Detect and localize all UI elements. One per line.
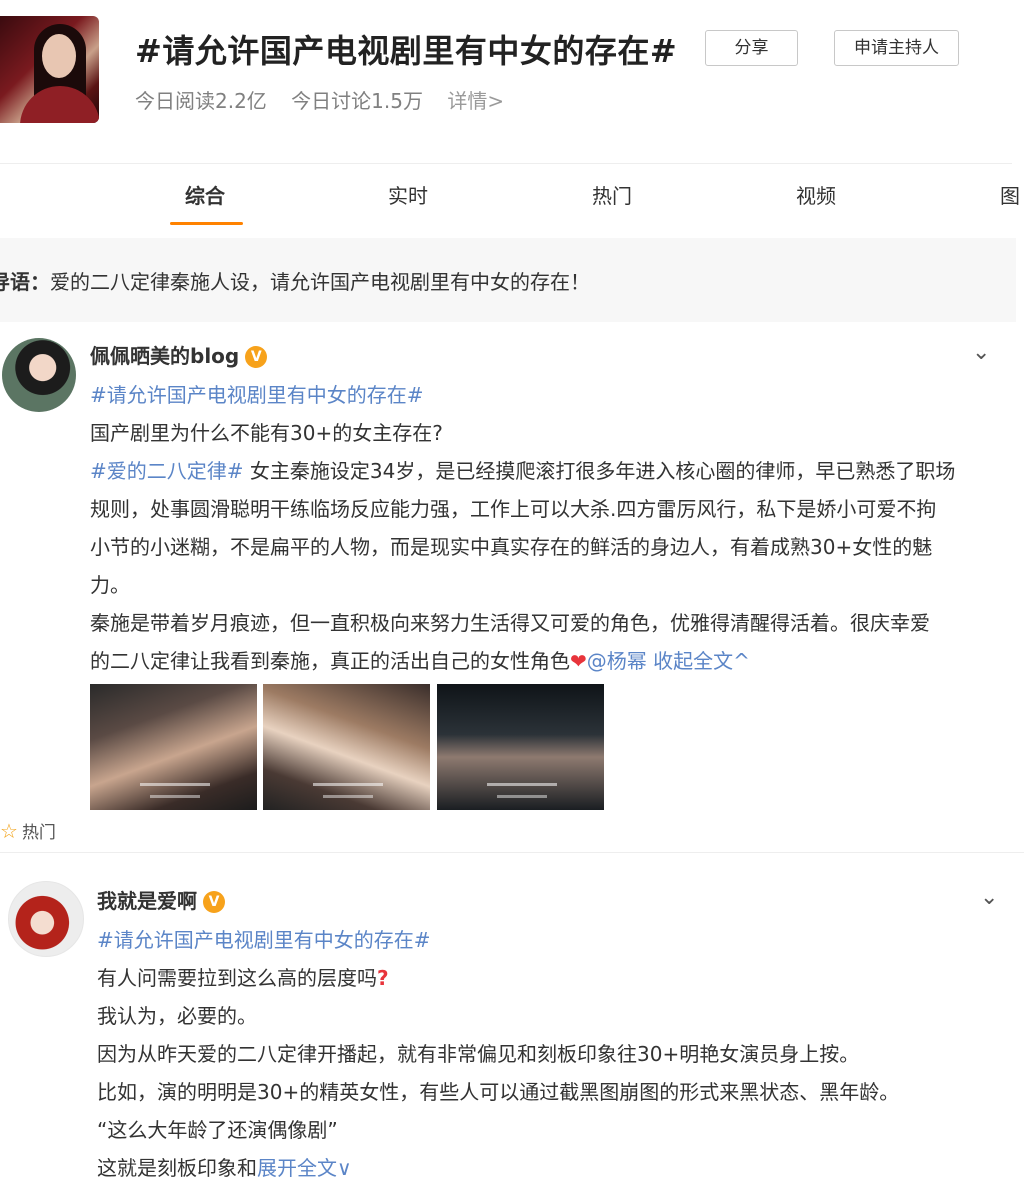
post-text-line: 小节的小迷糊，不是扁平的人物，而是现实中真实存在的鲜活的身边人，有着成熟30+女… <box>90 535 933 559</box>
avatar[interactable] <box>8 881 84 957</box>
post-username[interactable]: 我就是爱啊 V <box>97 885 225 914</box>
post-text-line: 因为从昨天爱的二八定律开播起，就有非常偏见和刻板印象往30+明艳女演员身上按。 <box>97 1042 860 1066</box>
topic-tag-link[interactable]: #请允许国产电视剧里有中女的存在# <box>97 924 431 953</box>
lead-content: 爱的二八定律秦施人设，请允许国产电视剧里有中女的存在！ <box>50 270 590 294</box>
verified-badge-icon: V <box>203 891 225 913</box>
lead-text: 导语：爱的二八定律秦施人设，请允许国产电视剧里有中女的存在！ <box>0 266 590 295</box>
post-image[interactable] <box>437 684 604 810</box>
discussion-count: 今日讨论1.5万 <box>291 89 423 113</box>
topic-tag-link[interactable]: #请允许国产电视剧里有中女的存在# <box>90 379 424 408</box>
share-button[interactable]: 分享 <box>705 30 798 66</box>
topic-cover-image <box>0 16 99 123</box>
post-text: 这就是刻板印象和 <box>97 1156 257 1180</box>
detail-link[interactable]: 详情> <box>447 89 504 113</box>
topic-stats: 今日阅读2.2亿 今日讨论1.5万 详情> <box>135 85 522 114</box>
tab-realtime[interactable]: 实时 <box>388 180 428 209</box>
tab-image[interactable]: 图 <box>1000 180 1020 209</box>
tab-comprehensive[interactable]: 综合 <box>185 180 225 209</box>
tab-video[interactable]: 视频 <box>796 180 836 209</box>
avatar[interactable] <box>2 338 76 412</box>
post-text-line: 我认为，必要的。 <box>97 1004 257 1028</box>
post-text-line: 这就是刻板印象和展开全文∨ <box>97 1152 352 1181</box>
post-text: 有人问需要拉到这么高的层度吗 <box>97 966 377 990</box>
post-text-line: 比如，演的明明是30+的精英女性，有些人可以通过截黑图崩图的形式来黑状态、黑年龄… <box>97 1080 900 1104</box>
star-outline-icon: ☆ <box>0 819 18 843</box>
verified-badge-icon: V <box>245 346 268 368</box>
post-text-line: 国产剧里为什么不能有30+的女主存在? <box>90 421 443 445</box>
username-text[interactable]: 我就是爱啊 <box>97 889 197 913</box>
post-text-line: “这么大年龄了还演偶像剧” <box>97 1118 338 1142</box>
mention-link[interactable]: @杨幂 <box>587 649 647 673</box>
post-text-line: 的二八定律让我看到秦施，真正的活出自己的女性角色❤@杨幂 收起全文^ <box>90 645 750 674</box>
tab-hot[interactable]: 热门 <box>592 180 632 209</box>
apply-host-button[interactable]: 申请主持人 <box>834 30 959 66</box>
chevron-down-icon[interactable]: ⌄ <box>980 885 998 910</box>
heart-icon: ❤ <box>570 649 587 673</box>
post-text: 的二八定律让我看到秦施，真正的活出自己的女性角色 <box>90 649 570 673</box>
post-text-line: #爱的二八定律# 女主秦施设定34岁，是已经摸爬滚打很多年进入核心圈的律师，早已… <box>90 455 955 484</box>
post-username[interactable]: 佩佩晒美的blog V <box>90 340 268 369</box>
question-mark-icon: ? <box>377 966 389 990</box>
post-text: 女主秦施设定34岁，是已经摸爬滚打很多年进入核心圈的律师，早已熟悉了职场 <box>243 459 956 483</box>
lead-label: 导语： <box>0 270 50 294</box>
topic-tag-link[interactable]: #爱的二八定律# <box>90 459 244 483</box>
post-divider <box>0 852 1024 853</box>
active-tab-indicator <box>170 222 243 225</box>
reads-count: 今日阅读2.2亿 <box>135 89 267 113</box>
chevron-down-icon[interactable]: ⌄ <box>972 340 990 365</box>
username-text[interactable]: 佩佩晒美的blog <box>90 344 239 368</box>
post-image[interactable] <box>263 684 430 810</box>
expand-text-link[interactable]: 展开全文∨ <box>257 1156 352 1180</box>
post-image[interactable] <box>90 684 257 810</box>
post-text-line: 规则，处事圆滑聪明干练临场反应能力强，工作上可以大杀.四方雷厉风行，私下是娇小可… <box>90 497 937 521</box>
hot-label: ☆ 热门 <box>0 818 56 843</box>
topic-title: #请允许国产电视剧里有中女的存在# <box>135 32 678 70</box>
hot-label-text: 热门 <box>21 823 56 843</box>
post-text-line: 有人问需要拉到这么高的层度吗? <box>97 962 389 991</box>
collapse-text-link[interactable]: 收起全文^ <box>653 649 750 673</box>
tab-bar <box>0 163 1012 227</box>
post-text-line: 秦施是带着岁月痕迹，但一直积极向来努力生活得又可爱的角色，优雅得清醒得活着。很庆… <box>90 611 930 635</box>
post-text-line: 力。 <box>90 573 130 597</box>
